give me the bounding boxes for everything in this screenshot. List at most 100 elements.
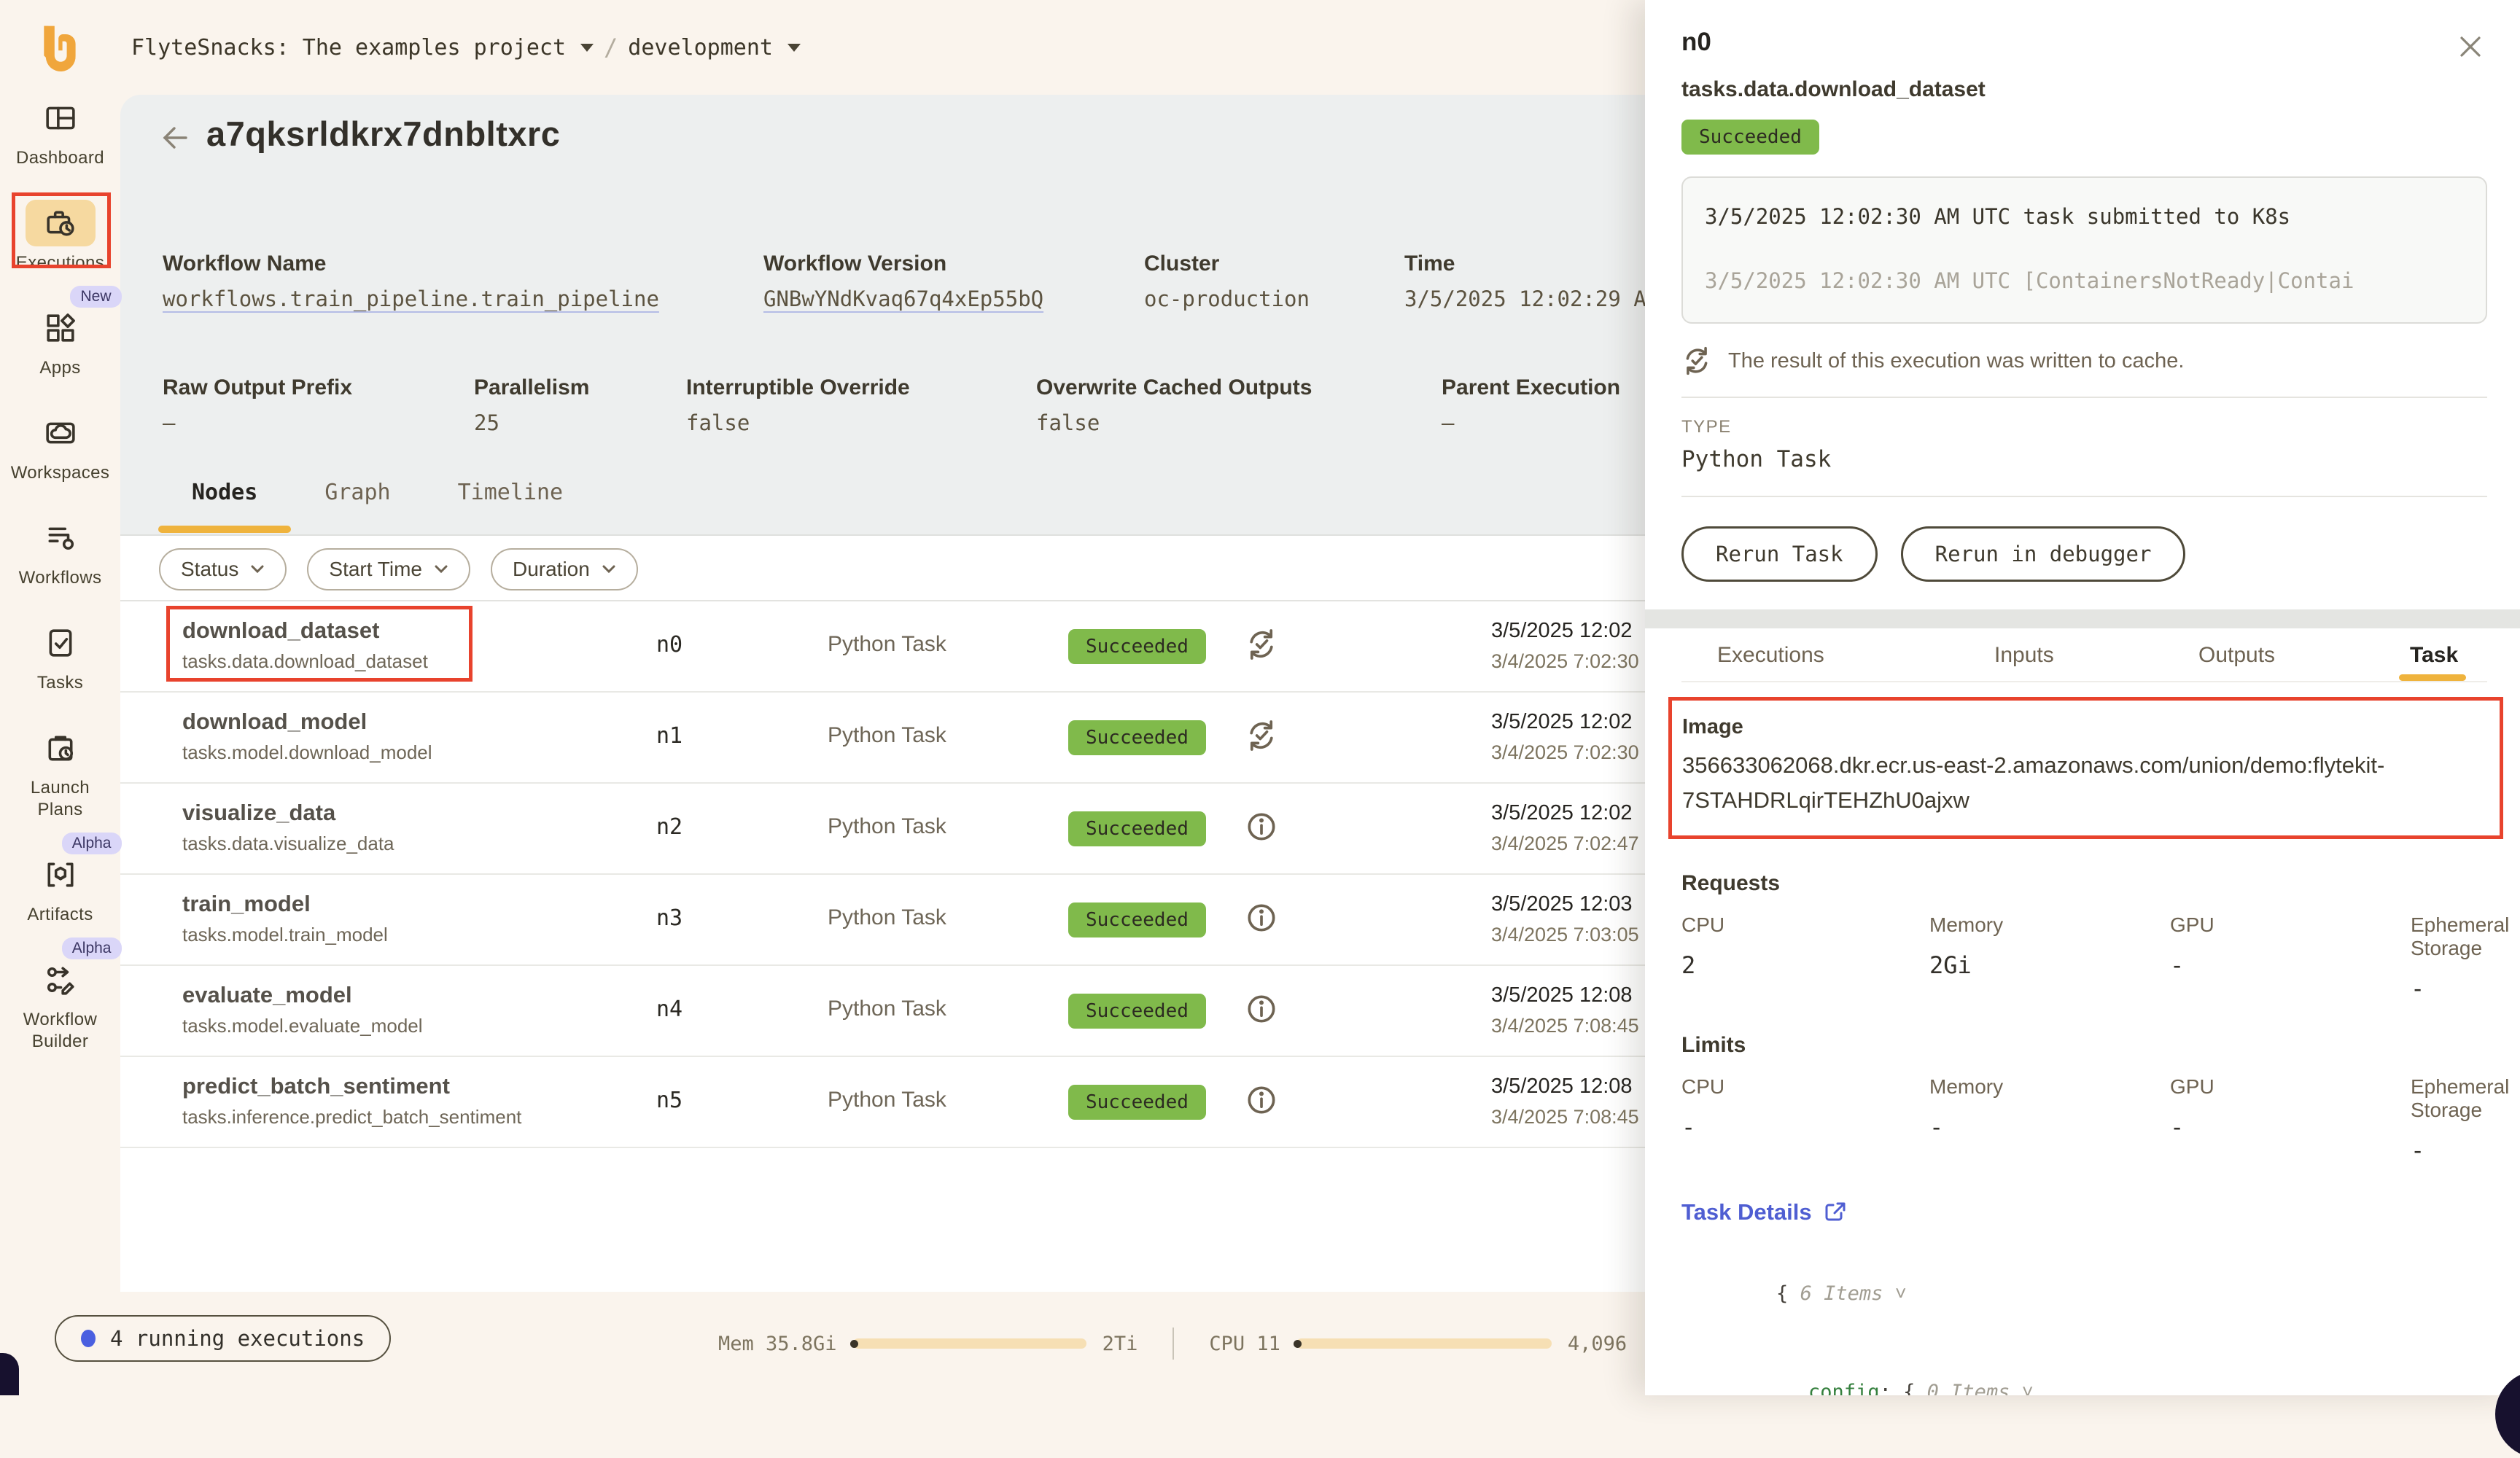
node-id: n1 bbox=[656, 723, 682, 749]
bottom-left-corner-shape bbox=[0, 1353, 19, 1395]
node-name-cell[interactable]: train_model tasks.model.train_model bbox=[182, 891, 388, 946]
node-id: n4 bbox=[656, 997, 682, 1022]
tab-inputs[interactable]: Inputs bbox=[1994, 643, 2054, 668]
running-executions-button[interactable]: 4 running executions bbox=[55, 1315, 391, 1362]
tab-executions[interactable]: Executions bbox=[1717, 643, 1824, 668]
info-icon[interactable] bbox=[1245, 1107, 1278, 1120]
execution-title: a7qksrldkrx7dnbltxrc bbox=[206, 114, 560, 154]
node-type: Python Task bbox=[828, 997, 946, 1021]
node-times: 3/5/2025 12:02 3/4/2025 7:02:30 bbox=[1491, 619, 1639, 673]
node-name: evaluate_model bbox=[182, 982, 423, 1008]
sidebar-item-apps[interactable]: New Apps bbox=[0, 305, 120, 379]
sidebar-item-artifacts[interactable]: Alpha Artifacts bbox=[0, 851, 120, 926]
cache-note: The result of this execution was written… bbox=[1728, 349, 2184, 373]
status-badge: Succeeded bbox=[1068, 994, 1206, 1029]
sidebar-item-executions[interactable]: Executions bbox=[0, 200, 120, 274]
divider bbox=[1681, 397, 2487, 398]
sidebar-item-dashboard[interactable]: Dashboard bbox=[0, 95, 120, 169]
meta-parallelism: Parallelism 25 bbox=[474, 375, 589, 435]
meta-overwrite-cached-outputs: Overwrite Cached Outputs false bbox=[1036, 375, 1312, 435]
node-name: train_model bbox=[182, 891, 388, 917]
executions-icon bbox=[45, 208, 76, 238]
node-task-id: tasks.model.download_model bbox=[182, 741, 432, 764]
node-queued-time: 3/4/2025 7:03:05 bbox=[1491, 924, 1639, 946]
rerun-task-button[interactable]: Rerun Task bbox=[1681, 526, 1878, 582]
cache-hit-icon[interactable] bbox=[1245, 743, 1278, 755]
node-name-cell[interactable]: download_model tasks.model.download_mode… bbox=[182, 709, 432, 764]
panel-node-id: n0 bbox=[1681, 28, 2487, 57]
memory-max-label: 2Ti bbox=[1102, 1333, 1138, 1355]
tasks-icon bbox=[45, 628, 76, 658]
workspaces-icon bbox=[45, 418, 76, 448]
meta-time: Time 3/5/2025 12:02:29 AM bbox=[1404, 252, 1659, 311]
memory-usage-label: Mem 35.8Gi bbox=[718, 1333, 837, 1355]
artifacts-icon bbox=[45, 859, 76, 890]
tab-outputs[interactable]: Outputs bbox=[2198, 643, 2275, 668]
active-tab-underline bbox=[2399, 674, 2466, 681]
node-times: 3/5/2025 12:02 3/4/2025 7:02:30 bbox=[1491, 710, 1639, 764]
node-task-id: tasks.data.download_dataset bbox=[182, 650, 428, 673]
node-name-cell[interactable]: predict_batch_sentiment tasks.inference.… bbox=[182, 1073, 521, 1128]
filter-dropdown[interactable]: Duration bbox=[491, 548, 638, 590]
chevron-down-icon bbox=[602, 564, 616, 574]
close-icon[interactable] bbox=[2456, 32, 2485, 61]
node-type: Python Task bbox=[828, 632, 946, 657]
status-badge: Succeeded bbox=[1068, 903, 1206, 937]
tab-task[interactable]: Task bbox=[2410, 643, 2458, 668]
filter-dropdown[interactable]: Start Time bbox=[307, 548, 470, 590]
chevron-down-icon bbox=[788, 44, 801, 52]
tab-timeline[interactable]: Timeline bbox=[424, 480, 597, 533]
meta-raw-output-prefix: Raw Output Prefix – bbox=[163, 375, 352, 435]
events-log-box[interactable]: 3/5/2025 12:02:30 AM UTC task submitted … bbox=[1681, 176, 2487, 324]
node-times: 3/5/2025 12:03 3/4/2025 7:03:05 bbox=[1491, 892, 1639, 946]
meta-interruptible-override: Interruptible Override false bbox=[686, 375, 910, 435]
project-selector[interactable]: FlyteSnacks: The examples project bbox=[131, 35, 566, 61]
node-name: download_dataset bbox=[182, 617, 428, 644]
status-badge: Succeeded bbox=[1068, 720, 1206, 755]
resource-cell: GPU - bbox=[2170, 1075, 2411, 1164]
node-id: n3 bbox=[656, 905, 682, 931]
alpha-badge: Alpha bbox=[62, 833, 122, 854]
cache-note-row: The result of this execution was written… bbox=[1681, 346, 2487, 376]
info-icon[interactable] bbox=[1245, 1016, 1278, 1029]
task-json-viewer[interactable]: { 6 Items ˅ config: { 0 Items ˅ } id: { … bbox=[1681, 1244, 2487, 1395]
node-start-time: 3/5/2025 12:08 bbox=[1491, 983, 1639, 1007]
rerun-in-debugger-button[interactable]: Rerun in debugger bbox=[1901, 526, 2186, 582]
sidebar-item-workspaces[interactable]: Workspaces bbox=[0, 410, 120, 484]
status-badge: Succeeded bbox=[1068, 811, 1206, 846]
workflow-version-link[interactable]: GNBwYNdKvaq67q4xEp55bQ bbox=[763, 286, 1043, 311]
domain-selector[interactable]: development bbox=[628, 35, 773, 61]
node-type: Python Task bbox=[828, 814, 946, 839]
node-name: visualize_data bbox=[182, 800, 394, 826]
resource-cell: CPU 2 bbox=[1681, 913, 1929, 1002]
node-name: download_model bbox=[182, 709, 432, 735]
divider bbox=[1172, 1328, 1174, 1360]
resource-cell: Memory 2Gi bbox=[1929, 913, 2170, 1002]
node-start-time: 3/5/2025 12:02 bbox=[1491, 710, 1639, 734]
task-details-link[interactable]: Task Details bbox=[1681, 1199, 1847, 1225]
type-value: Python Task bbox=[1681, 446, 2487, 472]
sidebar-item-workflow-builder[interactable]: Alpha Workflow Builder bbox=[0, 956, 120, 1053]
filter-dropdown[interactable]: Status bbox=[159, 548, 287, 590]
workflow-name-link[interactable]: workflows.train_pipeline.train_pipeline bbox=[163, 286, 659, 311]
sidebar-item-launch-plans[interactable]: Launch Plans bbox=[0, 725, 120, 821]
node-name-cell[interactable]: evaluate_model tasks.model.evaluate_mode… bbox=[182, 982, 423, 1037]
node-queued-time: 3/4/2025 7:02:47 bbox=[1491, 833, 1639, 855]
json-line: { 6 Items ˅ bbox=[1681, 1244, 2487, 1343]
sidebar-item-workflows[interactable]: Workflows bbox=[0, 515, 120, 589]
back-button[interactable] bbox=[158, 121, 192, 155]
execution-tabs: Nodes Graph Timeline bbox=[158, 480, 596, 533]
meta-workflow-name: Workflow Name workflows.train_pipeline.t… bbox=[163, 252, 659, 311]
info-icon[interactable] bbox=[1245, 834, 1278, 846]
tab-graph[interactable]: Graph bbox=[291, 480, 424, 533]
node-name-cell[interactable]: visualize_data tasks.data.visualize_data bbox=[182, 800, 394, 855]
node-queued-time: 3/4/2025 7:08:45 bbox=[1491, 1106, 1639, 1128]
node-queued-time: 3/4/2025 7:08:45 bbox=[1491, 1015, 1639, 1037]
cache-hit-icon[interactable] bbox=[1245, 652, 1278, 664]
tab-nodes[interactable]: Nodes bbox=[158, 480, 291, 533]
panel-actions: Rerun Task Rerun in debugger bbox=[1681, 526, 2487, 582]
sidebar-item-tasks[interactable]: Tasks bbox=[0, 620, 120, 694]
filter-bar: Status Start Time Duration bbox=[159, 548, 638, 590]
info-icon[interactable] bbox=[1245, 925, 1278, 937]
node-name-cell[interactable]: download_dataset tasks.data.download_dat… bbox=[182, 617, 428, 673]
